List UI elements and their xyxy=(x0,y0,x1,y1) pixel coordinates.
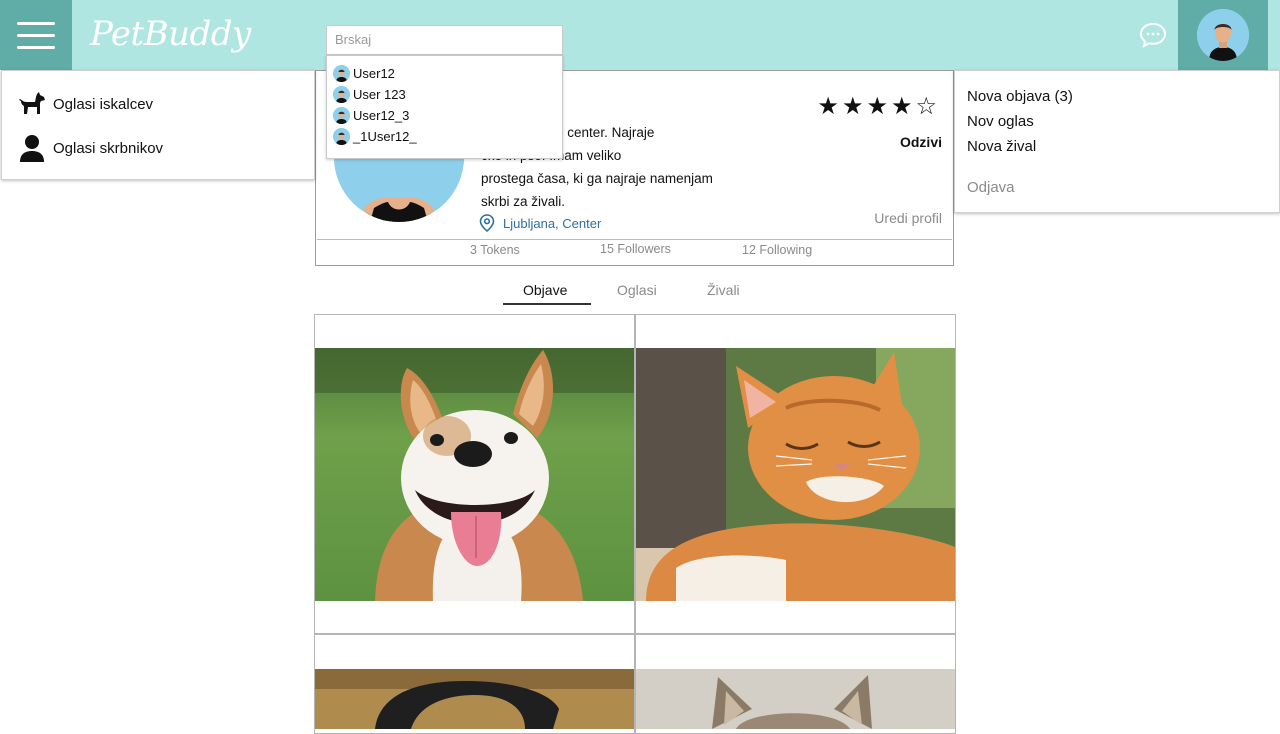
avatar xyxy=(333,107,350,124)
top-header: PetBuddy Brskaj xyxy=(0,0,1280,70)
post-image-dog xyxy=(315,348,634,601)
search-result-item[interactable]: User12 xyxy=(327,63,562,84)
logout-button[interactable]: Odjava xyxy=(967,179,1015,196)
left-nav-menu: Oglasi iskalcev Oglasi skrbnikov xyxy=(1,70,315,180)
menu-item-seeker-ads[interactable]: Oglasi iskalcev xyxy=(18,90,153,118)
search-result-username: _1User12_ xyxy=(353,129,417,144)
avatar xyxy=(333,128,350,145)
user-avatar-button[interactable] xyxy=(1178,0,1268,70)
menu-item-label: Oglasi skrbnikov xyxy=(53,139,164,157)
hamburger-line xyxy=(17,45,55,49)
reviews-link[interactable]: Odzivi xyxy=(900,134,942,150)
menu-item-label: Oglasi iskalcev xyxy=(53,95,154,113)
menu-item-caretaker-ads[interactable]: Oglasi skrbnikov xyxy=(18,134,163,162)
post-image xyxy=(315,669,634,729)
location-label: Ljubljana, Center xyxy=(503,215,602,231)
stat-tokens[interactable]: 3 Tokens xyxy=(470,243,520,257)
avatar xyxy=(333,65,350,82)
menu-item-new-post[interactable]: Nova objava (3) xyxy=(967,88,1073,105)
post-card[interactable] xyxy=(314,314,635,634)
search-results-dropdown: User12 User 123 User12_3 _1User12_ xyxy=(326,55,563,159)
post-image-cat xyxy=(636,348,955,601)
rating-stars: ★★★★☆ xyxy=(817,92,940,120)
profile-stats: 3 Tokens 15 Followers 12 Following xyxy=(316,242,953,263)
search-result-item[interactable]: _1User12_ xyxy=(327,126,562,147)
tab-pets[interactable]: Živali xyxy=(707,282,740,298)
search-result-username: User12 xyxy=(353,66,395,81)
edit-profile-button[interactable]: Uredi profil xyxy=(874,210,942,226)
search-result-username: User12_3 xyxy=(353,108,410,123)
posts-grid xyxy=(314,314,956,734)
menu-item-new-pet[interactable]: Nova žival xyxy=(967,138,1036,155)
stat-followers[interactable]: 15 Followers xyxy=(600,242,671,256)
person-icon xyxy=(18,134,46,162)
app-logo[interactable]: PetBuddy xyxy=(90,14,251,54)
chat-icon[interactable] xyxy=(1139,22,1167,48)
user-dropdown-menu: Nova objava (3) Nov oglas Nova žival Odj… xyxy=(954,70,1280,213)
search-result-item[interactable]: User12_3 xyxy=(327,105,562,126)
active-tab-indicator xyxy=(503,303,591,305)
dog-icon xyxy=(18,90,46,118)
tab-posts[interactable]: Objave xyxy=(523,282,567,298)
hamburger-line xyxy=(17,33,55,37)
hamburger-line xyxy=(17,21,55,25)
tab-ads[interactable]: Oglasi xyxy=(617,282,657,298)
bio-line: skrbi za živali. xyxy=(481,194,566,209)
location-pin-icon xyxy=(479,214,495,233)
post-card[interactable] xyxy=(314,634,635,734)
post-image xyxy=(636,669,955,729)
avatar xyxy=(1197,9,1249,61)
post-card[interactable] xyxy=(635,314,956,634)
profile-location[interactable]: Ljubljana, Center xyxy=(479,214,602,233)
stat-following[interactable]: 12 Following xyxy=(742,243,812,257)
menu-hamburger-button[interactable] xyxy=(0,0,72,70)
search-input[interactable]: Brskaj xyxy=(326,25,563,55)
profile-tabs: Objave Oglasi Živali xyxy=(503,282,763,306)
search-result-item[interactable]: User 123 xyxy=(327,84,562,105)
avatar xyxy=(333,86,350,103)
search-result-username: User 123 xyxy=(353,87,406,102)
bio-line: prostega časa, ki ga najraje namenjam xyxy=(481,171,713,186)
post-card[interactable] xyxy=(635,634,956,734)
menu-item-new-ad[interactable]: Nov oglas xyxy=(967,113,1034,130)
